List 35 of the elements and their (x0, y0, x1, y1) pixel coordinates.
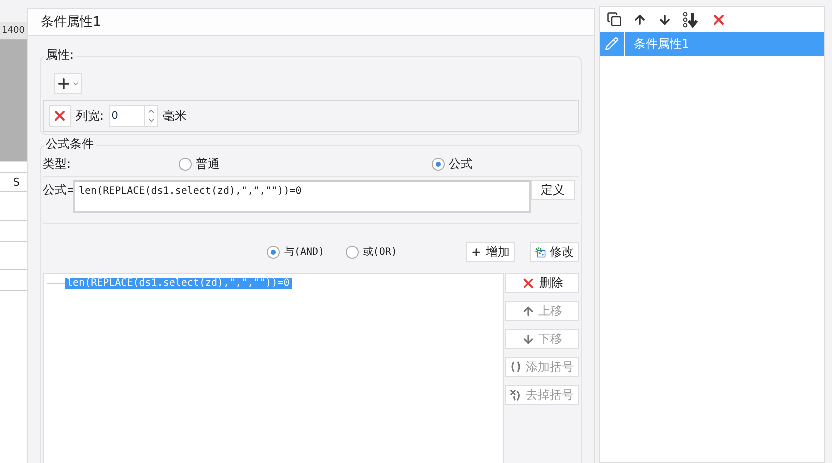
down-icon (146, 116, 156, 125)
type-radio[interactable]: 普通 (179, 156, 432, 172)
down-arrow-icon (522, 332, 534, 346)
add-button[interactable]: 增加 (466, 242, 516, 262)
type-radio[interactable]: 公式 (432, 156, 473, 172)
define-button[interactable]: 定义 (531, 180, 575, 200)
group-legend: 公式条件 (44, 136, 96, 153)
plus-icon (56, 76, 72, 92)
pencil-icon (605, 37, 619, 51)
ruler-label: 1400 (0, 22, 27, 40)
logic-radio[interactable]: 或(OR) (346, 245, 466, 259)
width-spinner[interactable]: 0 (109, 105, 158, 127)
up-arrow-icon (522, 304, 534, 318)
formula-field[interactable]: len(REPLACE(ds1.select(zd),",",""))=0 (73, 180, 531, 213)
parentheses-icon (510, 361, 522, 373)
unit-label: 毫米 (163, 108, 188, 124)
group-legend: 属性: (44, 47, 76, 64)
move-up-button[interactable] (633, 12, 647, 26)
add-dropdown-button[interactable] (54, 73, 82, 94)
settings-icon (535, 244, 546, 260)
move-down-button[interactable] (658, 12, 672, 26)
dotted-down-arrow-icon (683, 12, 700, 28)
up-icon (146, 107, 156, 116)
copy-button[interactable] (607, 12, 622, 27)
logic-radio[interactable]: 与(AND) (267, 245, 346, 259)
remove-parentheses-icon (510, 388, 522, 402)
modify-button[interactable]: 修改 (530, 242, 579, 262)
copy-icon (607, 12, 622, 27)
action-button[interactable]: 删除 (505, 273, 579, 293)
move-bottom-button[interactable] (683, 12, 700, 28)
field-label: 列宽: (76, 108, 104, 124)
type-label: 类型: (43, 156, 72, 172)
dialog-title: 条件属性1 (28, 8, 594, 36)
remove-button[interactable] (49, 105, 71, 127)
close-icon (52, 108, 68, 124)
